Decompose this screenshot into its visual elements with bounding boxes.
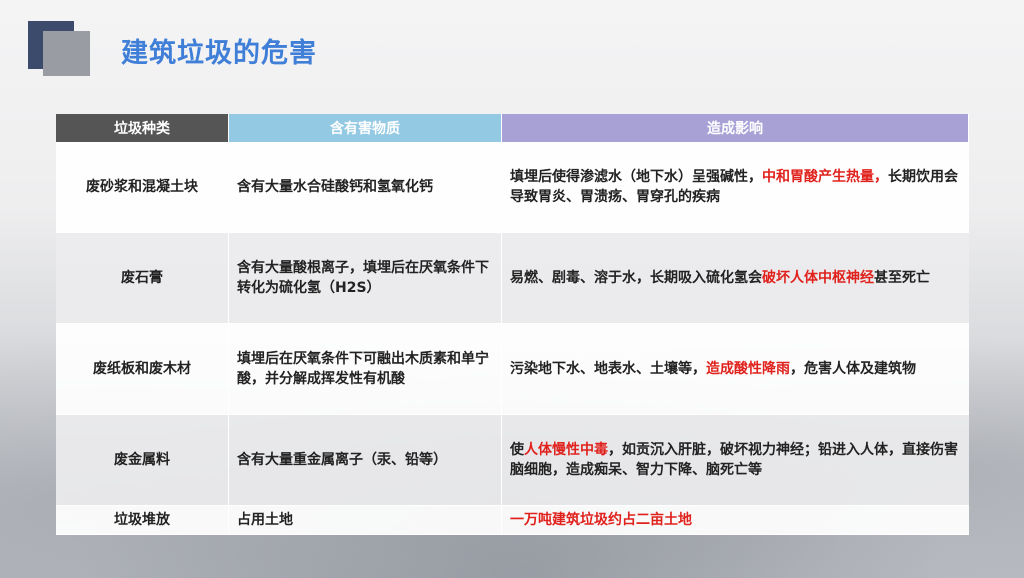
cell-impact: 使人体慢性中毒，如贡沉入肝脏，破坏视力神经；铅进入人体，直接伤害脑细胞，造成痴呆… xyxy=(501,414,969,506)
impact-text: 污染地下水、地表水、土壤等， xyxy=(510,361,706,377)
table-row: 废石膏 含有大量酸根离子，填埋后在厌氧条件下转化为硫化氢（H2S） 易燃、剧毒、… xyxy=(56,232,969,324)
table-row: 废金属料 含有大量重金属离子（汞、铅等） 使人体慢性中毒，如贡沉入肝脏，破坏视力… xyxy=(56,414,969,506)
cell-waste-type: 废纸板和废木材 xyxy=(56,323,229,415)
cell-substance: 含有大量酸根离子，填埋后在厌氧条件下转化为硫化氢（H2S） xyxy=(228,232,502,324)
impact-highlight: 中和胃酸产生热量， xyxy=(762,169,888,185)
table-header-row: 垃圾种类 含有害物质 造成影响 xyxy=(56,114,969,142)
page-title: 建筑垃圾的危害 xyxy=(121,38,317,69)
cell-waste-type: 废石膏 xyxy=(56,232,229,324)
impact-text: 使 xyxy=(510,442,524,458)
table-row: 废砂浆和混凝土块 含有大量水合硅酸钙和氢氧化钙 填埋后使得渗滤水（地下水）呈强碱… xyxy=(56,142,969,233)
title-decoration-gray-square xyxy=(43,31,90,76)
cell-substance: 占用土地 xyxy=(228,505,502,535)
cell-impact: 一万吨建筑垃圾约占二亩土地 xyxy=(501,505,969,535)
impact-highlight: 破坏人体中枢神经 xyxy=(762,270,874,286)
cell-waste-type: 废金属料 xyxy=(56,414,229,506)
cell-waste-type: 垃圾堆放 xyxy=(56,505,229,535)
impact-text: 易燃、剧毒、溶于水，长期吸入硫化氢会 xyxy=(510,270,762,286)
cell-waste-type: 废砂浆和混凝土块 xyxy=(56,142,229,233)
impact-highlight: 一万吨建筑垃圾约占二亩土地 xyxy=(510,512,692,528)
impact-text: ，危害人体及建筑物 xyxy=(790,361,916,377)
hazards-table: 垃圾种类 含有害物质 造成影响 废砂浆和混凝土块 含有大量水合硅酸钙和氢氧化钙 … xyxy=(56,114,969,535)
impact-highlight: 造成酸性降雨 xyxy=(706,361,790,377)
cell-impact: 填埋后使得渗滤水（地下水）呈强碱性，中和胃酸产生热量，长期饮用会导致胃炎、胃溃疡… xyxy=(501,142,969,233)
column-header-impact: 造成影响 xyxy=(501,114,969,142)
impact-text: 甚至死亡 xyxy=(874,270,930,286)
table-row: 垃圾堆放 占用土地 一万吨建筑垃圾约占二亩土地 xyxy=(56,505,969,535)
cell-substance: 含有大量水合硅酸钙和氢氧化钙 xyxy=(228,142,502,233)
cell-substance: 含有大量重金属离子（汞、铅等） xyxy=(228,414,502,506)
cell-impact: 易燃、剧毒、溶于水，长期吸入硫化氢会破坏人体中枢神经甚至死亡 xyxy=(501,232,969,324)
table-row: 废纸板和废木材 填埋后在厌氧条件下可融出木质素和单宁酸，并分解成挥发性有机酸 污… xyxy=(56,323,969,415)
column-header-waste-type: 垃圾种类 xyxy=(56,114,229,142)
cell-substance: 填埋后在厌氧条件下可融出木质素和单宁酸，并分解成挥发性有机酸 xyxy=(228,323,502,415)
cell-impact: 污染地下水、地表水、土壤等，造成酸性降雨，危害人体及建筑物 xyxy=(501,323,969,415)
impact-highlight: 人体慢性中毒 xyxy=(524,442,608,458)
impact-text: 填埋后使得渗滤水（地下水）呈强碱性， xyxy=(510,169,762,185)
column-header-harmful-substance: 含有害物质 xyxy=(228,114,502,142)
